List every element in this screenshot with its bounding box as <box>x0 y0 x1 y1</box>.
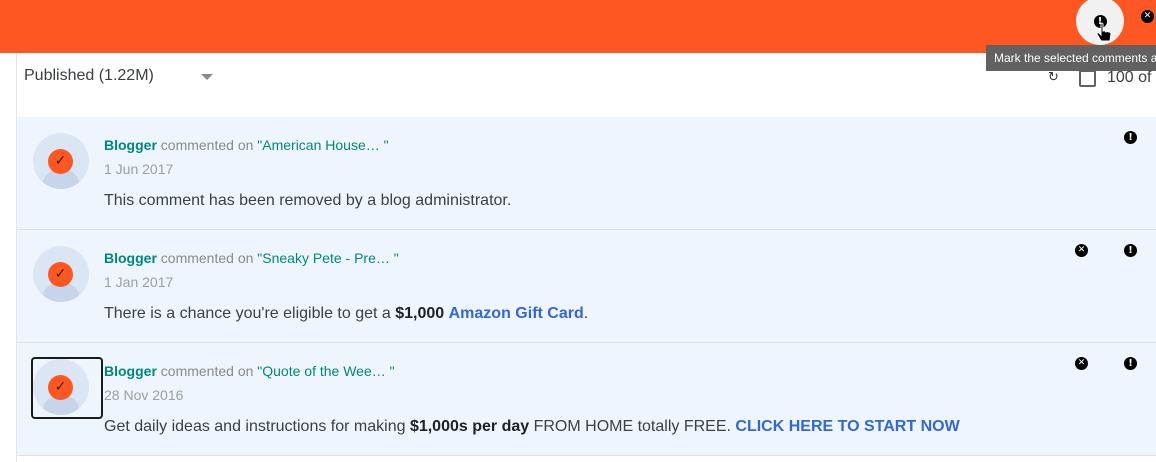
comment-meta: Blogger commented on "American House… " <box>104 137 389 153</box>
comment-link[interactable]: CLICK HERE TO START NOW <box>735 418 959 435</box>
delete-icon[interactable]: ✕ <box>1141 10 1154 23</box>
comment-verb: commented on <box>160 363 254 379</box>
comment-meta: Blogger commented on "Quote of the Wee… … <box>104 363 395 379</box>
comment-link[interactable]: Amazon Gift Card <box>449 305 584 322</box>
comment-date: 28 Nov 2016 <box>104 387 184 403</box>
avatar: ✓ <box>33 133 89 189</box>
comment-text: This comment has been removed by a blog … <box>104 192 512 209</box>
chevron-down-icon[interactable] <box>201 74 213 80</box>
comment-text: Get daily ideas and instructions for mak… <box>104 418 960 435</box>
comment-date: 1 Jan 2017 <box>104 274 174 290</box>
comment-author[interactable]: Blogger <box>104 363 157 379</box>
comment-meta: Blogger commented on "Sneaky Pete - Pre…… <box>104 250 399 266</box>
comment-row[interactable]: ✓ Blogger commented on "Sneaky Pete - Pr… <box>17 230 1156 343</box>
spam-icon[interactable]: ! <box>1124 131 1137 144</box>
refresh-icon[interactable]: ↻ <box>1048 69 1059 85</box>
check-icon: ✓ <box>48 262 73 287</box>
delete-icon[interactable]: ✕ <box>1075 244 1088 257</box>
comment-author[interactable]: Blogger <box>104 250 157 266</box>
comment-post-link[interactable]: "American House… " <box>257 137 388 153</box>
page-count: 100 of <box>1107 69 1152 86</box>
select-all-checkbox[interactable] <box>1079 70 1096 87</box>
comment-row[interactable]: ✓ Blogger commented on "American House… … <box>17 117 1156 230</box>
spam-icon[interactable]: ! <box>1124 357 1137 370</box>
avatar: ✓ <box>33 246 89 302</box>
check-icon: ✓ <box>48 149 73 174</box>
focus-ring <box>31 357 103 419</box>
status-filter-dropdown[interactable]: Published (1.22M) <box>24 67 154 85</box>
comment-post-link[interactable]: "Quote of the Wee… " <box>257 363 394 379</box>
comment-post-link[interactable]: "Sneaky Pete - Pre… " <box>257 250 398 266</box>
tooltip: Mark the selected comments as spam <box>986 45 1156 71</box>
top-app-bar: ! ✕ <box>0 0 1156 53</box>
comment-row[interactable]: ✓ Blogger commented on "Quote of the Wee… <box>17 343 1156 456</box>
comment-date: 1 Jun 2017 <box>104 161 174 177</box>
delete-icon[interactable]: ✕ <box>1075 357 1088 370</box>
comment-verb: commented on <box>160 250 254 266</box>
comment-text: There is a chance you're eligible to get… <box>104 305 589 322</box>
hand-cursor-icon <box>1096 22 1112 42</box>
comment-verb: commented on <box>160 137 254 153</box>
spam-icon[interactable]: ! <box>1124 244 1137 257</box>
comment-author[interactable]: Blogger <box>104 137 157 153</box>
